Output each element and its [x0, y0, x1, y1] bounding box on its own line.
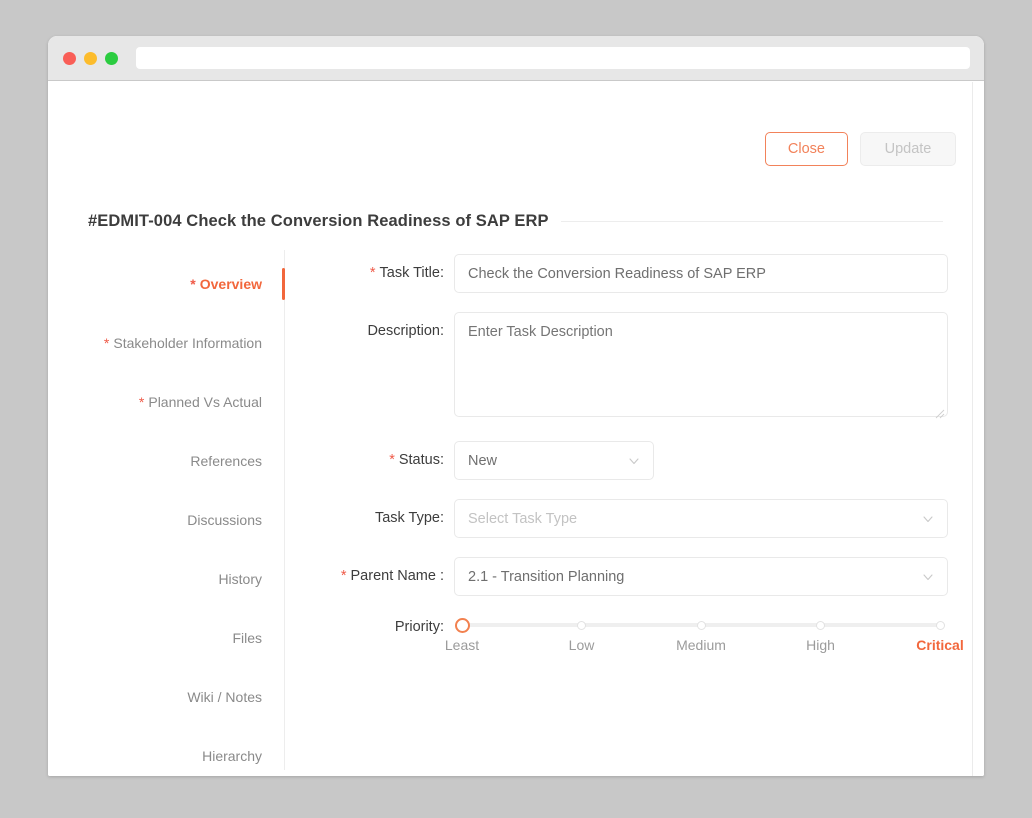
status-field: * Status: New: [285, 441, 978, 480]
task-type-field: Task Type: Select Task Type: [285, 499, 978, 538]
action-buttons: Close Update: [764, 132, 956, 166]
address-bar[interactable]: [136, 47, 970, 69]
chevron-down-icon: [923, 573, 933, 580]
task-title-input[interactable]: Check the Conversion Readiness of SAP ER…: [454, 254, 948, 293]
status-select[interactable]: New: [454, 441, 654, 480]
label-text: Status:: [398, 452, 444, 468]
tab-discussions[interactable]: Discussions: [48, 490, 284, 549]
priority-field: Priority: Least Low Medium High Critical: [285, 615, 978, 659]
tab-label: Files: [232, 629, 262, 646]
priority-tick-medium[interactable]: Medium: [676, 637, 726, 653]
chevron-down-icon: [629, 457, 639, 464]
tab-overview[interactable]: * Overview: [48, 254, 285, 313]
tab-wiki-notes[interactable]: Wiki / Notes: [48, 667, 284, 726]
priority-mark-low[interactable]: [577, 620, 586, 630]
task-title-field: * Task Title: Check the Conversion Readin…: [285, 254, 978, 293]
tab-files[interactable]: Files: [48, 608, 284, 667]
tab-hierarchy[interactable]: Hierarchy: [48, 726, 284, 776]
required-asterisk-icon: *: [389, 452, 395, 468]
priority-tick-low[interactable]: Low: [569, 637, 595, 653]
overview-form: * Task Title: Check the Conversion Readin…: [285, 250, 978, 770]
description-textarea[interactable]: [454, 312, 948, 417]
vertical-scrollbar[interactable]: [972, 82, 978, 776]
chevron-down-icon: [923, 515, 933, 522]
tab-planned-vs-actual[interactable]: * Planned Vs Actual: [48, 372, 284, 431]
required-asterisk-icon: *: [190, 275, 196, 292]
tab-label: Wiki / Notes: [187, 688, 262, 705]
tab-label: Discussions: [187, 511, 262, 528]
tab-label: History: [218, 570, 262, 587]
tab-stakeholder-information[interactable]: * Stakeholder Information: [48, 313, 284, 372]
update-button[interactable]: Update: [860, 132, 956, 166]
tab-label: Planned Vs Actual: [148, 393, 262, 410]
task-type-value: Select Task Type: [468, 510, 578, 527]
task-detail-content: * Overview * Stakeholder Information * P…: [48, 250, 978, 770]
label-text: Parent Name :: [350, 568, 445, 584]
page-title-row: #EDMIT-004 Check the Conversion Readines…: [88, 212, 943, 231]
close-window-button[interactable]: [63, 51, 76, 65]
description-field: Description:: [285, 312, 978, 422]
tab-history[interactable]: History: [48, 549, 284, 608]
priority-mark-high[interactable]: [816, 620, 825, 630]
priority-slider[interactable]: Least Low Medium High Critical: [445, 615, 978, 659]
priority-mark-critical[interactable]: [935, 620, 945, 630]
window-controls: [63, 51, 118, 65]
priority-tick-labels: Least Low Medium High Critical: [445, 637, 964, 659]
label-text: Task Title:: [379, 265, 444, 281]
parent-name-value: 2.1 - Transition Planning: [468, 568, 625, 585]
priority-label: Priority:: [394, 619, 444, 635]
minimize-window-button[interactable]: [84, 51, 97, 65]
tab-label: Stakeholder Information: [113, 334, 262, 351]
tab-list: * Overview * Stakeholder Information * P…: [48, 250, 285, 770]
browser-window: Close Update #EDMIT-004 Check the Conver…: [48, 36, 984, 776]
tab-label: References: [190, 452, 262, 469]
parent-name-label: * Parent Name :: [285, 557, 454, 596]
priority-tick-critical[interactable]: Critical: [916, 637, 963, 653]
tab-references[interactable]: References: [48, 431, 284, 490]
app-page: Close Update #EDMIT-004 Check the Conver…: [48, 82, 984, 776]
maximize-window-button[interactable]: [105, 51, 118, 65]
browser-titlebar: [48, 36, 984, 81]
task-type-select[interactable]: Select Task Type: [454, 499, 948, 538]
description-label: Description:: [367, 323, 444, 339]
priority-mark-medium[interactable]: [696, 620, 706, 630]
priority-mark-least[interactable]: [454, 617, 470, 633]
task-type-label: Task Type:: [374, 510, 444, 526]
tab-label: Overview: [199, 275, 262, 292]
status-label: * Status:: [285, 441, 454, 480]
priority-slider-track[interactable]: [454, 617, 945, 633]
tab-label: Hierarchy: [202, 747, 262, 764]
page-title: #EDMIT-004 Check the Conversion Readines…: [88, 212, 549, 230]
status-value: New: [468, 452, 498, 469]
title-divider: [560, 221, 943, 222]
required-asterisk-icon: *: [103, 334, 110, 351]
priority-tick-high[interactable]: High: [806, 637, 835, 653]
parent-name-field: * Parent Name : 2.1 - Transition Planning: [285, 557, 978, 596]
required-asterisk-icon: *: [340, 568, 347, 584]
priority-tick-least[interactable]: Least: [445, 637, 479, 653]
required-asterisk-icon: *: [138, 393, 145, 410]
close-button[interactable]: Close: [764, 132, 848, 166]
parent-name-select[interactable]: 2.1 - Transition Planning: [454, 557, 948, 596]
required-asterisk-icon: *: [369, 265, 376, 281]
task-title-label: * Task Title:: [285, 254, 454, 293]
